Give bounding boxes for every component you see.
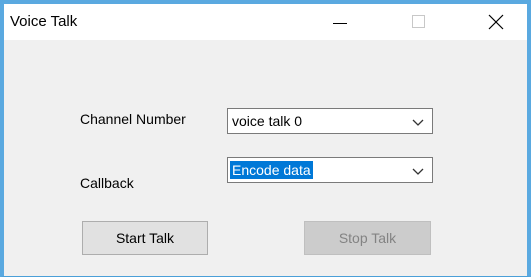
minimize-icon [333,23,347,24]
window-title: Voice Talk [10,13,78,30]
chevron-down-icon [412,119,424,126]
close-button[interactable] [473,4,519,40]
maximize-button [395,4,441,40]
minimize-button[interactable] [317,4,363,40]
channel-number-select[interactable]: voice talk 0 [227,108,433,134]
start-talk-button[interactable]: Start Talk [82,221,208,255]
channel-number-value: voice talk 0 [232,113,303,129]
channel-number-label: Channel Number [80,111,186,127]
close-icon [488,14,504,30]
stop-talk-button: Stop Talk [304,221,431,255]
callback-label: Callback [80,175,134,191]
dialog-body: Channel Number voice talk 0 Callback Enc… [4,40,527,276]
maximize-icon [412,15,425,28]
callback-select[interactable]: Encode data [227,157,433,183]
callback-value: Encode data [230,161,313,179]
voice-talk-window: Voice Talk Channel Number voice talk 0 C… [0,0,531,277]
title-bar[interactable]: Voice Talk [4,4,527,40]
chevron-down-icon [412,168,424,175]
